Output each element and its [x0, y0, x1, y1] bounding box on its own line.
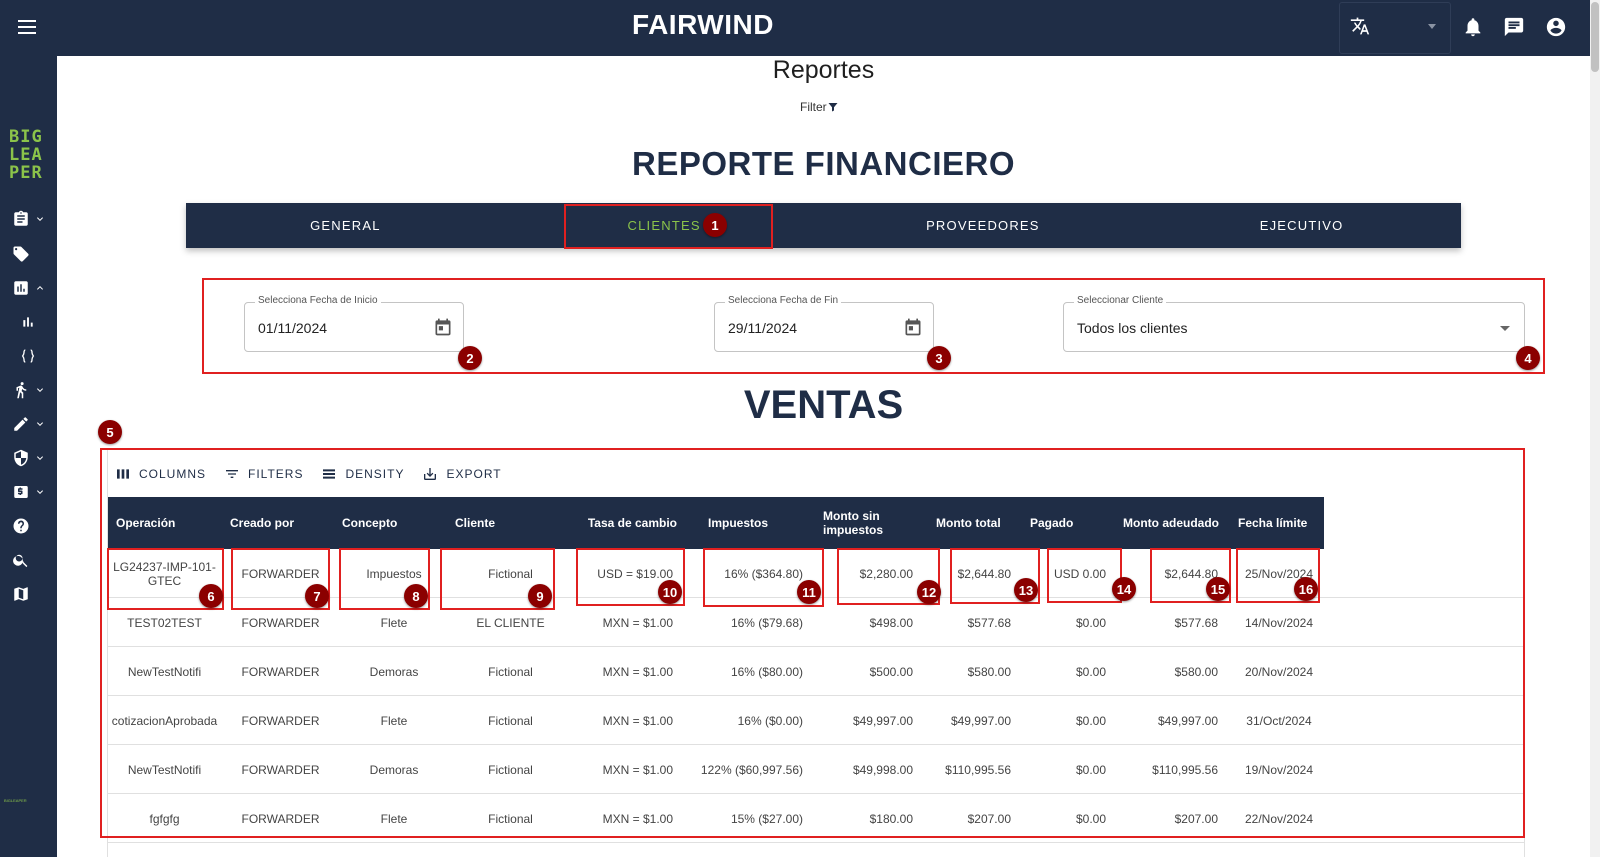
- section-title: VENTAS: [743, 383, 904, 427]
- shield-settings-icon: [14, 449, 28, 467]
- filter-label: Filter: [800, 100, 827, 114]
- tab-ejecutivo[interactable]: EJECUTIVO: [1142, 203, 1461, 248]
- sidebar-item-search[interactable]: [12, 548, 52, 572]
- chevron-down-icon: [37, 456, 43, 460]
- annotation-box: [100, 448, 1525, 838]
- biglaper-logo[interactable]: BIG LEA PER: [9, 128, 43, 182]
- report-tabs: GENERAL CLIENTES PROVEEDORES EJECUTIVO: [186, 203, 1461, 248]
- money-icon: [14, 486, 28, 498]
- map-icon: [14, 587, 28, 601]
- sidebar-item-operations[interactable]: [12, 378, 52, 402]
- annotation-badge: 13: [1014, 578, 1038, 602]
- code-braces-icon: [21, 349, 35, 363]
- bar-chart-icon: [23, 317, 33, 327]
- annotation-badge: 10: [658, 580, 682, 604]
- sidebar-item-finance[interactable]: [12, 480, 52, 504]
- sidebar-item-code[interactable]: [20, 344, 60, 368]
- annotation-badge: 1: [703, 213, 727, 237]
- sidebar-item-help[interactable]: [12, 514, 52, 538]
- filter-icon: [828, 103, 838, 112]
- chevron-down-icon: [37, 388, 43, 392]
- sidebar-item-tags[interactable]: [12, 242, 52, 266]
- help-icon: [13, 518, 29, 534]
- sidebar-item-charts[interactable]: [20, 310, 60, 334]
- annotation-badge: 9: [528, 584, 552, 608]
- chevron-up-icon: [37, 286, 43, 290]
- chart-box-icon: [14, 281, 28, 295]
- top-app-bar: FAIRWIND: [0, 0, 1590, 56]
- annotation-badge: 16: [1294, 577, 1318, 601]
- sidebar-item-reports[interactable]: [12, 276, 52, 300]
- annotation-badge: 12: [917, 580, 941, 604]
- page-scrollbar[interactable]: [1590, 0, 1600, 857]
- filter-toggle[interactable]: Filter: [800, 100, 839, 114]
- annotation-box: [1047, 548, 1122, 603]
- annotation-badge: 4: [1516, 346, 1540, 370]
- search-icon: [13, 554, 28, 568]
- annotation-badge: 2: [458, 346, 482, 370]
- bell-icon[interactable]: [1462, 16, 1484, 38]
- tab-general[interactable]: GENERAL: [186, 203, 505, 248]
- tab-proveedores[interactable]: PROVEEDORES: [824, 203, 1143, 248]
- translate-icon[interactable]: [1350, 16, 1370, 41]
- clipboard-icon: [14, 210, 28, 226]
- annotation-box: [564, 204, 773, 249]
- chevron-down-icon: [37, 422, 43, 426]
- chevron-down-icon: [37, 217, 43, 221]
- sidebar-item-settings[interactable]: [12, 412, 52, 436]
- annotation-badge: 3: [927, 346, 951, 370]
- annotation-box: [202, 278, 1545, 374]
- annotation-badge: 5: [98, 420, 122, 444]
- chevron-down-icon: [37, 490, 43, 494]
- annotation-badge: 6: [199, 584, 223, 608]
- page-title: Reportes: [772, 56, 875, 84]
- annotation-badge: 8: [404, 584, 428, 608]
- annotation-badge: 7: [305, 584, 329, 608]
- footer-logo: BIGLEAPER: [4, 798, 27, 803]
- brand-title: FAIRWIND: [632, 9, 774, 40]
- hiking-icon: [16, 382, 27, 399]
- report-title: REPORTE FINANCIERO: [631, 145, 1016, 182]
- chevron-down-icon[interactable]: [1428, 24, 1436, 29]
- account-icon[interactable]: [1545, 16, 1567, 38]
- sidebar-item-quotes[interactable]: [12, 207, 52, 231]
- annotation-badge: 14: [1112, 577, 1136, 601]
- chat-icon[interactable]: [1503, 16, 1525, 38]
- settings-pen-icon: [14, 417, 28, 431]
- sidebar-item-security[interactable]: [12, 446, 52, 470]
- tag-icon: [13, 246, 29, 262]
- page-scrollbar-thumb[interactable]: [1591, 2, 1599, 72]
- annotation-badge: 15: [1206, 577, 1230, 601]
- annotation-badge: 11: [797, 580, 821, 604]
- sidebar-item-map[interactable]: [12, 582, 52, 606]
